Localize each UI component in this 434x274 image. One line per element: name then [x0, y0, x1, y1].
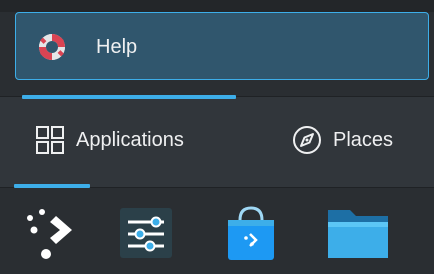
- tab-places-label: Places: [333, 129, 394, 151]
- favorites-indicator: [14, 184, 90, 188]
- launcher-panel: Help Applications Places: [0, 0, 434, 274]
- grid-icon: [36, 126, 64, 154]
- tab-places[interactable]: Places: [291, 120, 393, 160]
- help-label: Help: [96, 36, 138, 58]
- lifebuoy-icon: [39, 34, 65, 60]
- kde-connect-icon[interactable]: [20, 204, 78, 262]
- discover-store-icon[interactable]: [222, 204, 280, 262]
- top-strip: [0, 0, 434, 12]
- tab-applications-label: Applications: [76, 129, 184, 151]
- tab-active-indicator: [22, 95, 236, 99]
- system-settings-icon[interactable]: [118, 204, 176, 262]
- compass-icon: [293, 126, 321, 154]
- folder-icon[interactable]: [326, 204, 390, 262]
- tab-applications[interactable]: Applications: [34, 120, 184, 160]
- help-menu-item[interactable]: Help: [15, 12, 429, 80]
